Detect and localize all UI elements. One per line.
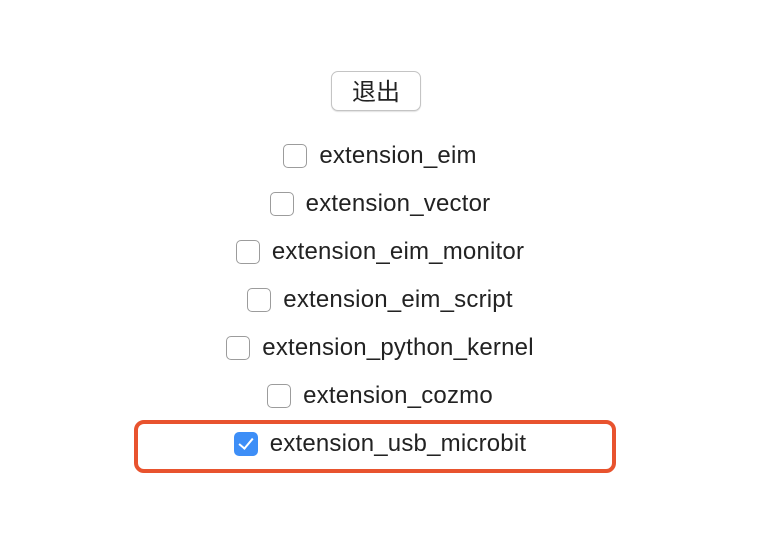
extension-item-python-kernel[interactable]: extension_python_kernel: [226, 334, 534, 362]
checkbox-checked[interactable]: [233, 432, 258, 456]
extension-label: extension_eim: [319, 142, 477, 169]
checkbox[interactable]: [226, 336, 251, 360]
checkmark-icon: [238, 434, 254, 450]
extension-row: extension_eim: [0, 139, 760, 173]
extension-item-eim[interactable]: extension_eim: [283, 142, 476, 170]
extension-row: extension_cozmo: [0, 379, 760, 413]
extension-label: extension_eim_monitor: [271, 238, 525, 265]
extension-item-eim-script[interactable]: extension_eim_script: [247, 286, 513, 314]
extension-row: extension_eim_script: [0, 283, 760, 317]
extension-label: extension_python_kernel: [262, 334, 534, 361]
extension-row: extension_usb_microbit: [0, 427, 760, 461]
extension-list: extension_eim extension_vector extension…: [0, 0, 760, 556]
extension-row: extension_eim_monitor: [0, 235, 760, 269]
checkbox[interactable]: [235, 240, 260, 264]
checkbox[interactable]: [267, 384, 292, 408]
extension-label: extension_usb_microbit: [269, 430, 527, 457]
extension-row: extension_python_kernel: [0, 331, 760, 365]
extension-item-eim-monitor[interactable]: extension_eim_monitor: [235, 238, 525, 266]
extension-label: extension_cozmo: [303, 382, 493, 409]
extension-label: extension_vector: [305, 190, 491, 217]
extension-row: extension_vector: [0, 187, 760, 221]
extension-label: extension_eim_script: [283, 286, 513, 313]
extension-item-cozmo[interactable]: extension_cozmo: [267, 382, 493, 410]
checkbox[interactable]: [269, 192, 294, 216]
extension-item-usb-microbit[interactable]: extension_usb_microbit: [233, 430, 527, 458]
checkbox[interactable]: [247, 288, 272, 312]
extension-item-vector[interactable]: extension_vector: [269, 190, 491, 218]
checkbox[interactable]: [283, 144, 308, 168]
